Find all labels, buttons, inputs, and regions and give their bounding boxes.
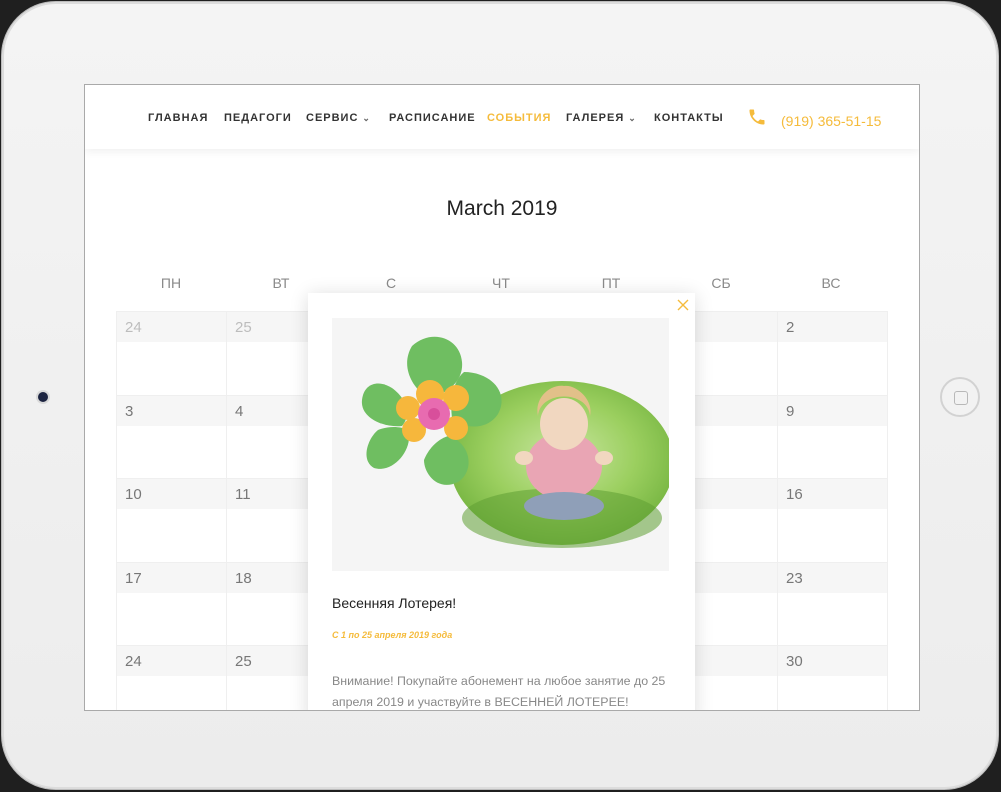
chevron-down-icon: ⌄ — [362, 113, 371, 123]
modal-date: С 1 по 25 апреля 2019 года — [332, 630, 453, 640]
weekday-mon: ПН — [160, 275, 182, 291]
chevron-down-icon: ⌄ — [628, 113, 637, 123]
home-button[interactable] — [940, 377, 980, 417]
calendar-title: March 2019 — [446, 197, 558, 220]
camera-icon — [38, 392, 48, 402]
weekday-sun: ВС — [821, 275, 841, 291]
phone-number[interactable]: (919) 365-51-15 — [781, 113, 881, 129]
weekday-fri: ПТ — [601, 275, 621, 291]
tablet-frame: ГЛАВНАЯ ПЕДАГОГИ СЕРВИС ⌄ РАСПИСАНИЕ СОБЫ… — [2, 2, 998, 789]
day-cell[interactable]: 24 — [116, 311, 227, 396]
event-illustration — [361, 336, 674, 548]
day-cell[interactable]: 24 — [116, 645, 227, 710]
day-cell[interactable]: 9 — [777, 395, 888, 479]
weekday-thu: ЧТ — [492, 275, 510, 291]
nav-item-teachers[interactable]: ПЕДАГОГИ — [224, 112, 292, 124]
phone-icon — [749, 109, 765, 125]
nav-item-gallery[interactable]: ГАЛЕРЕЯ ⌄ — [566, 112, 637, 124]
event-modal: Весенняя Лотерея! С 1 по 25 апреля 2019 … — [308, 293, 695, 710]
screen: ГЛАВНАЯ ПЕДАГОГИ СЕРВИС ⌄ РАСПИСАНИЕ СОБЫ… — [84, 84, 920, 711]
close-icon[interactable] — [675, 297, 691, 313]
day-cell[interactable]: 23 — [777, 562, 888, 646]
modal-description: Внимание! Покупайте абонемент на любое з… — [332, 674, 666, 709]
weekday-tue: ВТ — [272, 275, 290, 291]
weekday-sat: СБ — [711, 275, 731, 291]
day-cell[interactable]: 10 — [116, 478, 227, 563]
nav-item-schedule[interactable]: РАСПИСАНИЕ — [389, 112, 476, 124]
nav-item-home[interactable]: ГЛАВНАЯ — [148, 112, 208, 124]
day-cell[interactable]: 2 — [777, 311, 888, 396]
top-navigation: ГЛАВНАЯ ПЕДАГОГИ СЕРВИС ⌄ РАСПИСАНИЕ СОБЫ… — [85, 85, 919, 149]
modal-title: Весенняя Лотерея! — [332, 595, 457, 611]
day-cell[interactable]: 16 — [777, 478, 888, 563]
nav-item-contacts[interactable]: КОНТАКТЫ — [654, 112, 724, 124]
nav-item-service[interactable]: СЕРВИС ⌄ — [306, 112, 371, 124]
nav-item-events[interactable]: СОБЫТИЯ — [487, 112, 551, 124]
weekday-wed: С — [385, 275, 397, 291]
day-cell[interactable]: 17 — [116, 562, 227, 646]
event-image — [332, 318, 674, 571]
day-cell[interactable]: 3 — [116, 395, 227, 479]
day-cell[interactable]: 30 — [777, 645, 888, 710]
